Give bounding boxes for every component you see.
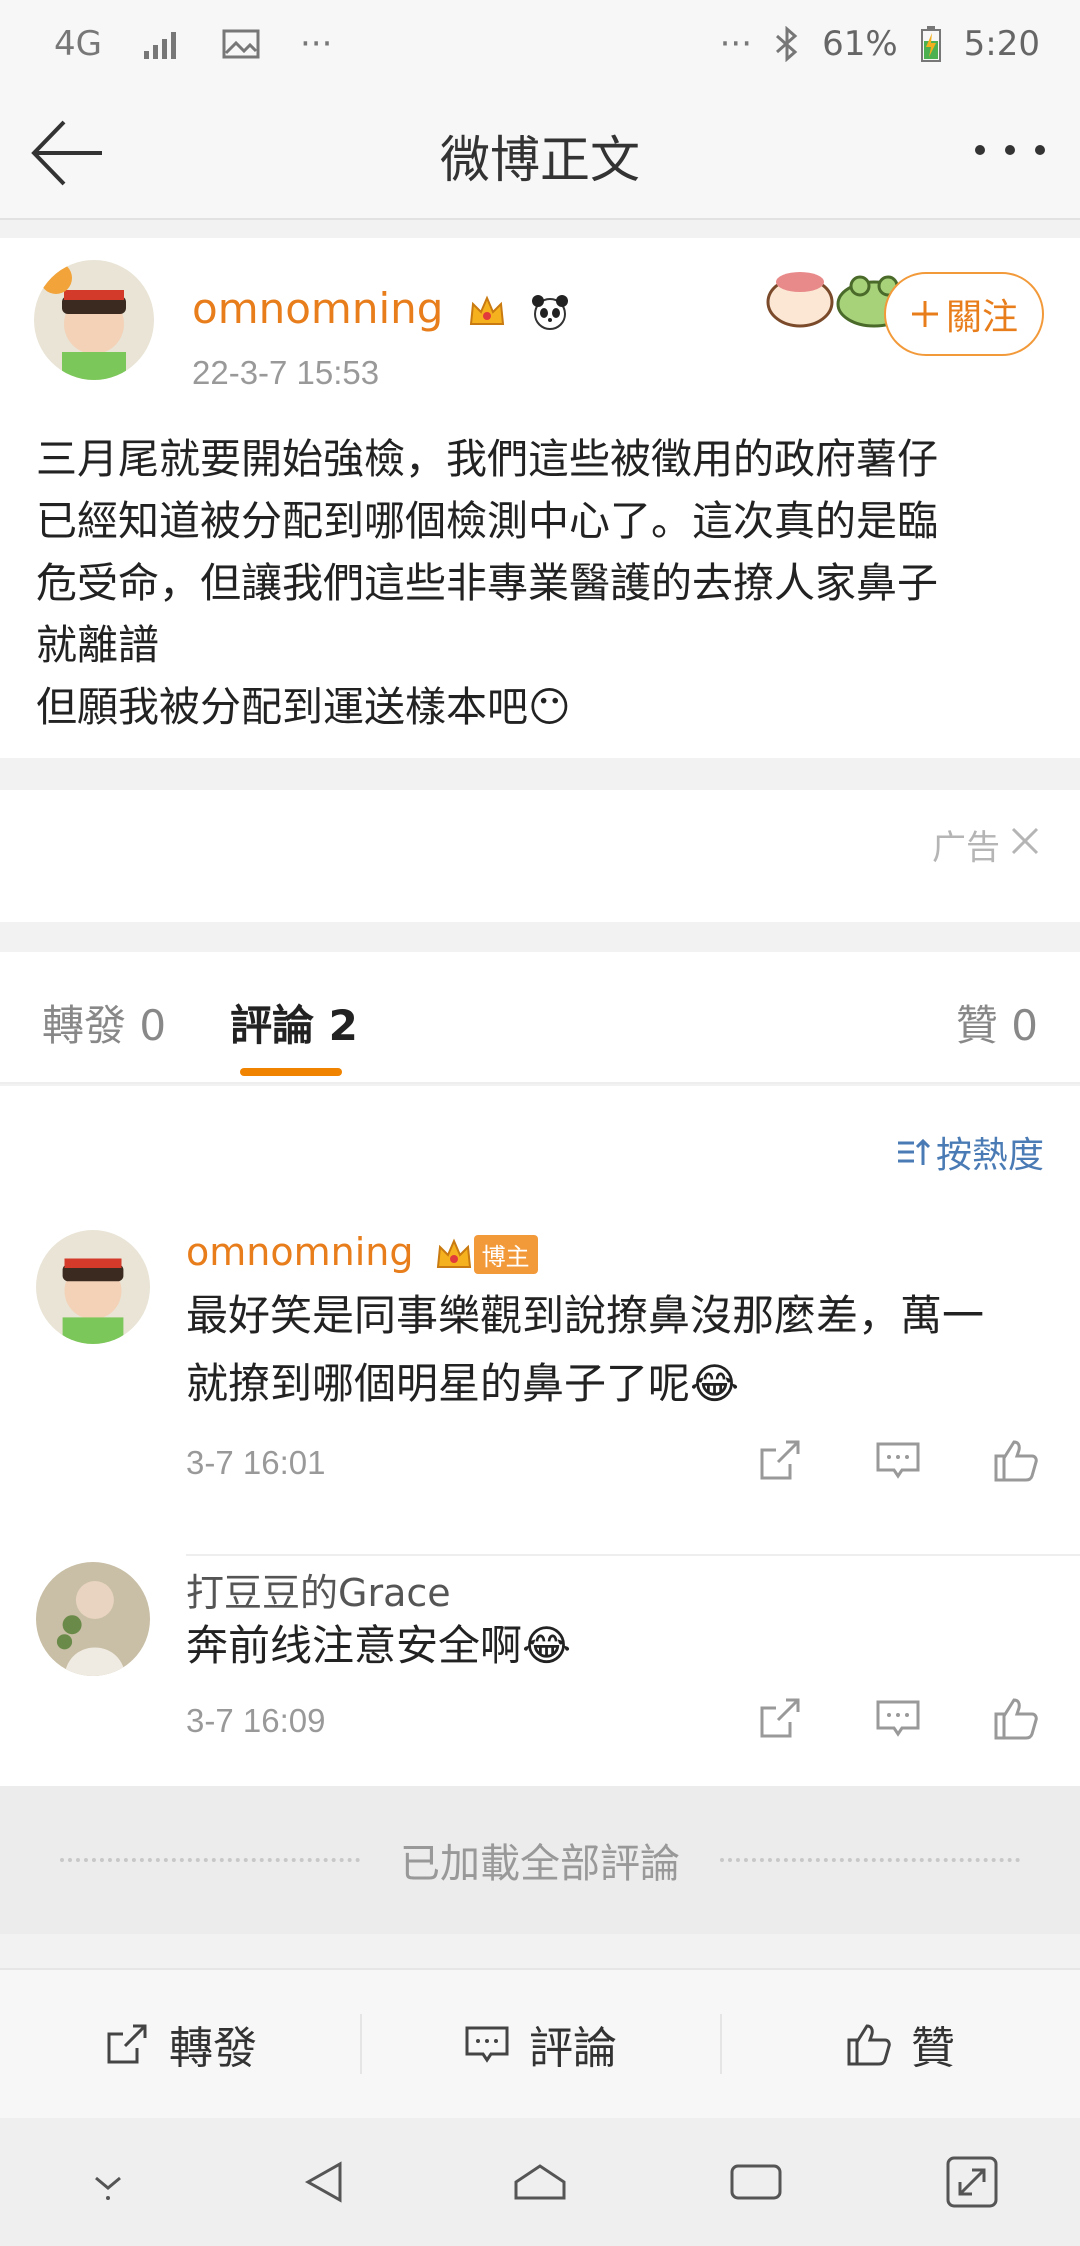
crown-badge-icon <box>436 1237 471 1268</box>
comment-item: 打豆豆的Grace 奔前线注意安全啊😂 3-7 16:09 <box>0 1562 1080 1782</box>
commenter-avatar[interactable] <box>36 1562 150 1676</box>
status-overflow-indicator: ··· <box>719 24 753 64</box>
sort-label: 按熱度 <box>935 1135 1044 1176</box>
hide-keyboard-icon[interactable] <box>78 2152 138 2212</box>
clock: 5:20 <box>963 24 1040 64</box>
post-body-line: 三月尾就要開始強檢，我們這些被徵用的政府薯仔 <box>36 435 938 483</box>
tab-likes[interactable]: 贊 0 <box>956 992 1038 1053</box>
repost-icon <box>107 2024 147 2064</box>
crown-badge-icon <box>469 294 504 325</box>
post-time: 22-3-7 15:53 <box>192 354 380 391</box>
post-body-line: 就離譜 <box>36 621 159 669</box>
signal-icon <box>143 32 176 59</box>
tab-repost[interactable]: 轉發 0 <box>42 992 166 1053</box>
author-badge: 博主 <box>473 1235 538 1274</box>
commenter-name-text[interactable]: omnomning <box>186 1230 413 1274</box>
repost-label: 轉發 <box>169 2023 257 2074</box>
expand-icon[interactable] <box>942 2152 1002 2212</box>
sort-button[interactable]: 按熱度 <box>896 1126 1044 1178</box>
home-icon[interactable] <box>510 2152 570 2212</box>
sort-icon <box>897 1138 930 1165</box>
post-body-line: 但願我被分配到運送樣本吧😶 <box>36 683 571 731</box>
like-icon[interactable] <box>992 1436 1040 1484</box>
comments-section: 按熱度 omnomning 博主 最好笑是同事樂觀到說撩鼻沒那麼差，萬一 就撩到… <box>0 1086 1080 1786</box>
comment-text-line: 最好笑是同事樂觀到說撩鼻沒那麼差，萬一 <box>186 1291 985 1340</box>
follow-label: 關注 <box>945 297 1018 338</box>
ad-slot: 广告 <box>0 790 1080 922</box>
comment-text: 奔前线注意安全啊😂 <box>186 1612 1046 1680</box>
repost-button[interactable]: 轉發 <box>0 1970 360 2118</box>
thumbs-up-icon <box>847 2024 891 2066</box>
nav-bar: 微博正文 <box>0 90 1080 220</box>
system-navigation-bar <box>0 2118 1080 2246</box>
battery-level: 61% <box>822 24 898 64</box>
comment-label: 評論 <box>529 2023 617 2074</box>
like-button[interactable]: 贊 <box>720 1970 1080 2118</box>
commenter-avatar[interactable] <box>36 1230 150 1344</box>
bottom-action-bar: 轉發 評論 贊 <box>0 1968 1080 2118</box>
active-tab-indicator <box>240 1068 342 1076</box>
author-avatar[interactable] <box>34 260 154 380</box>
close-ad-icon[interactable] <box>1010 826 1040 856</box>
comment-actions <box>756 1436 1040 1484</box>
share-icon[interactable] <box>756 1436 804 1484</box>
recent-apps-icon[interactable] <box>726 2152 786 2212</box>
comment-button[interactable]: 評論 <box>360 1970 720 2118</box>
comment-text-line: 奔前线注意安全啊😂 <box>186 1621 572 1670</box>
dotted-divider <box>720 1858 1020 1862</box>
reply-icon[interactable] <box>874 1436 922 1484</box>
post-body-line: 危受命，但讓我們這些非專業醫護的去撩人家鼻子 <box>36 559 938 607</box>
bluetooth-icon <box>776 26 798 62</box>
network-type-indicator: 4G <box>54 24 102 64</box>
weibo-post: omnomning 22-3-7 15:53 關注 三月尾就要開始強檢，我們這些… <box>0 238 1080 758</box>
tab-comments[interactable]: 評論 2 <box>230 992 358 1053</box>
battery-icon <box>920 26 941 62</box>
panda-badge-icon <box>532 294 569 330</box>
back-triangle-icon[interactable] <box>294 2152 354 2212</box>
comment-text: 最好笑是同事樂觀到說撩鼻沒那麼差，萬一 就撩到哪個明星的鼻子了呢😂 <box>186 1282 1046 1418</box>
comment-actions <box>756 1694 1040 1742</box>
ad-label: 广告 <box>932 828 1000 868</box>
like-icon[interactable] <box>992 1694 1040 1742</box>
reply-icon[interactable] <box>874 1694 922 1742</box>
all-comments-loaded-text: 已加載全部評論 <box>400 1841 680 1887</box>
comment-item: omnomning 博主 最好笑是同事樂觀到說撩鼻沒那麼差，萬一 就撩到哪個明星… <box>0 1230 1080 1600</box>
commenter-name[interactable]: 打豆豆的Grace <box>186 1562 451 1617</box>
post-body-line: 已經知道被分配到哪個檢測中心了。這次真的是臨 <box>36 497 938 545</box>
share-icon[interactable] <box>756 1694 804 1742</box>
dotted-divider <box>60 1858 360 1862</box>
comment-time: 3-7 16:09 <box>186 1702 326 1739</box>
follow-button[interactable]: 關注 <box>884 272 1044 356</box>
author-name-text[interactable]: omnomning <box>192 284 443 333</box>
author-name[interactable]: omnomning <box>192 284 570 333</box>
page-title: 微博正文 <box>440 131 640 189</box>
gallery-icon <box>222 29 260 59</box>
comment-text-line: 就撩到哪個明星的鼻子了呢😂 <box>186 1359 740 1408</box>
status-bar: 4G ··· ··· 61% 5:20 <box>0 0 1080 90</box>
comment-time: 3-7 16:01 <box>186 1444 326 1481</box>
all-comments-loaded-banner: 已加載全部評論 <box>0 1786 1080 1934</box>
comment-icon <box>465 2026 509 2063</box>
commenter-name[interactable]: omnomning 博主 <box>186 1230 538 1275</box>
like-label: 贊 <box>911 2023 955 2074</box>
post-body: 三月尾就要開始強檢，我們這些被徵用的政府薯仔 已經知道被分配到哪個檢測中心了。這… <box>36 428 1046 738</box>
more-options-icon[interactable] <box>970 120 1050 180</box>
post-tabs: 轉發 0 評論 2 贊 0 <box>0 952 1080 1084</box>
notification-overflow-indicator: ··· <box>299 24 333 64</box>
comment-divider <box>186 1554 1080 1556</box>
plus-icon <box>911 301 938 327</box>
